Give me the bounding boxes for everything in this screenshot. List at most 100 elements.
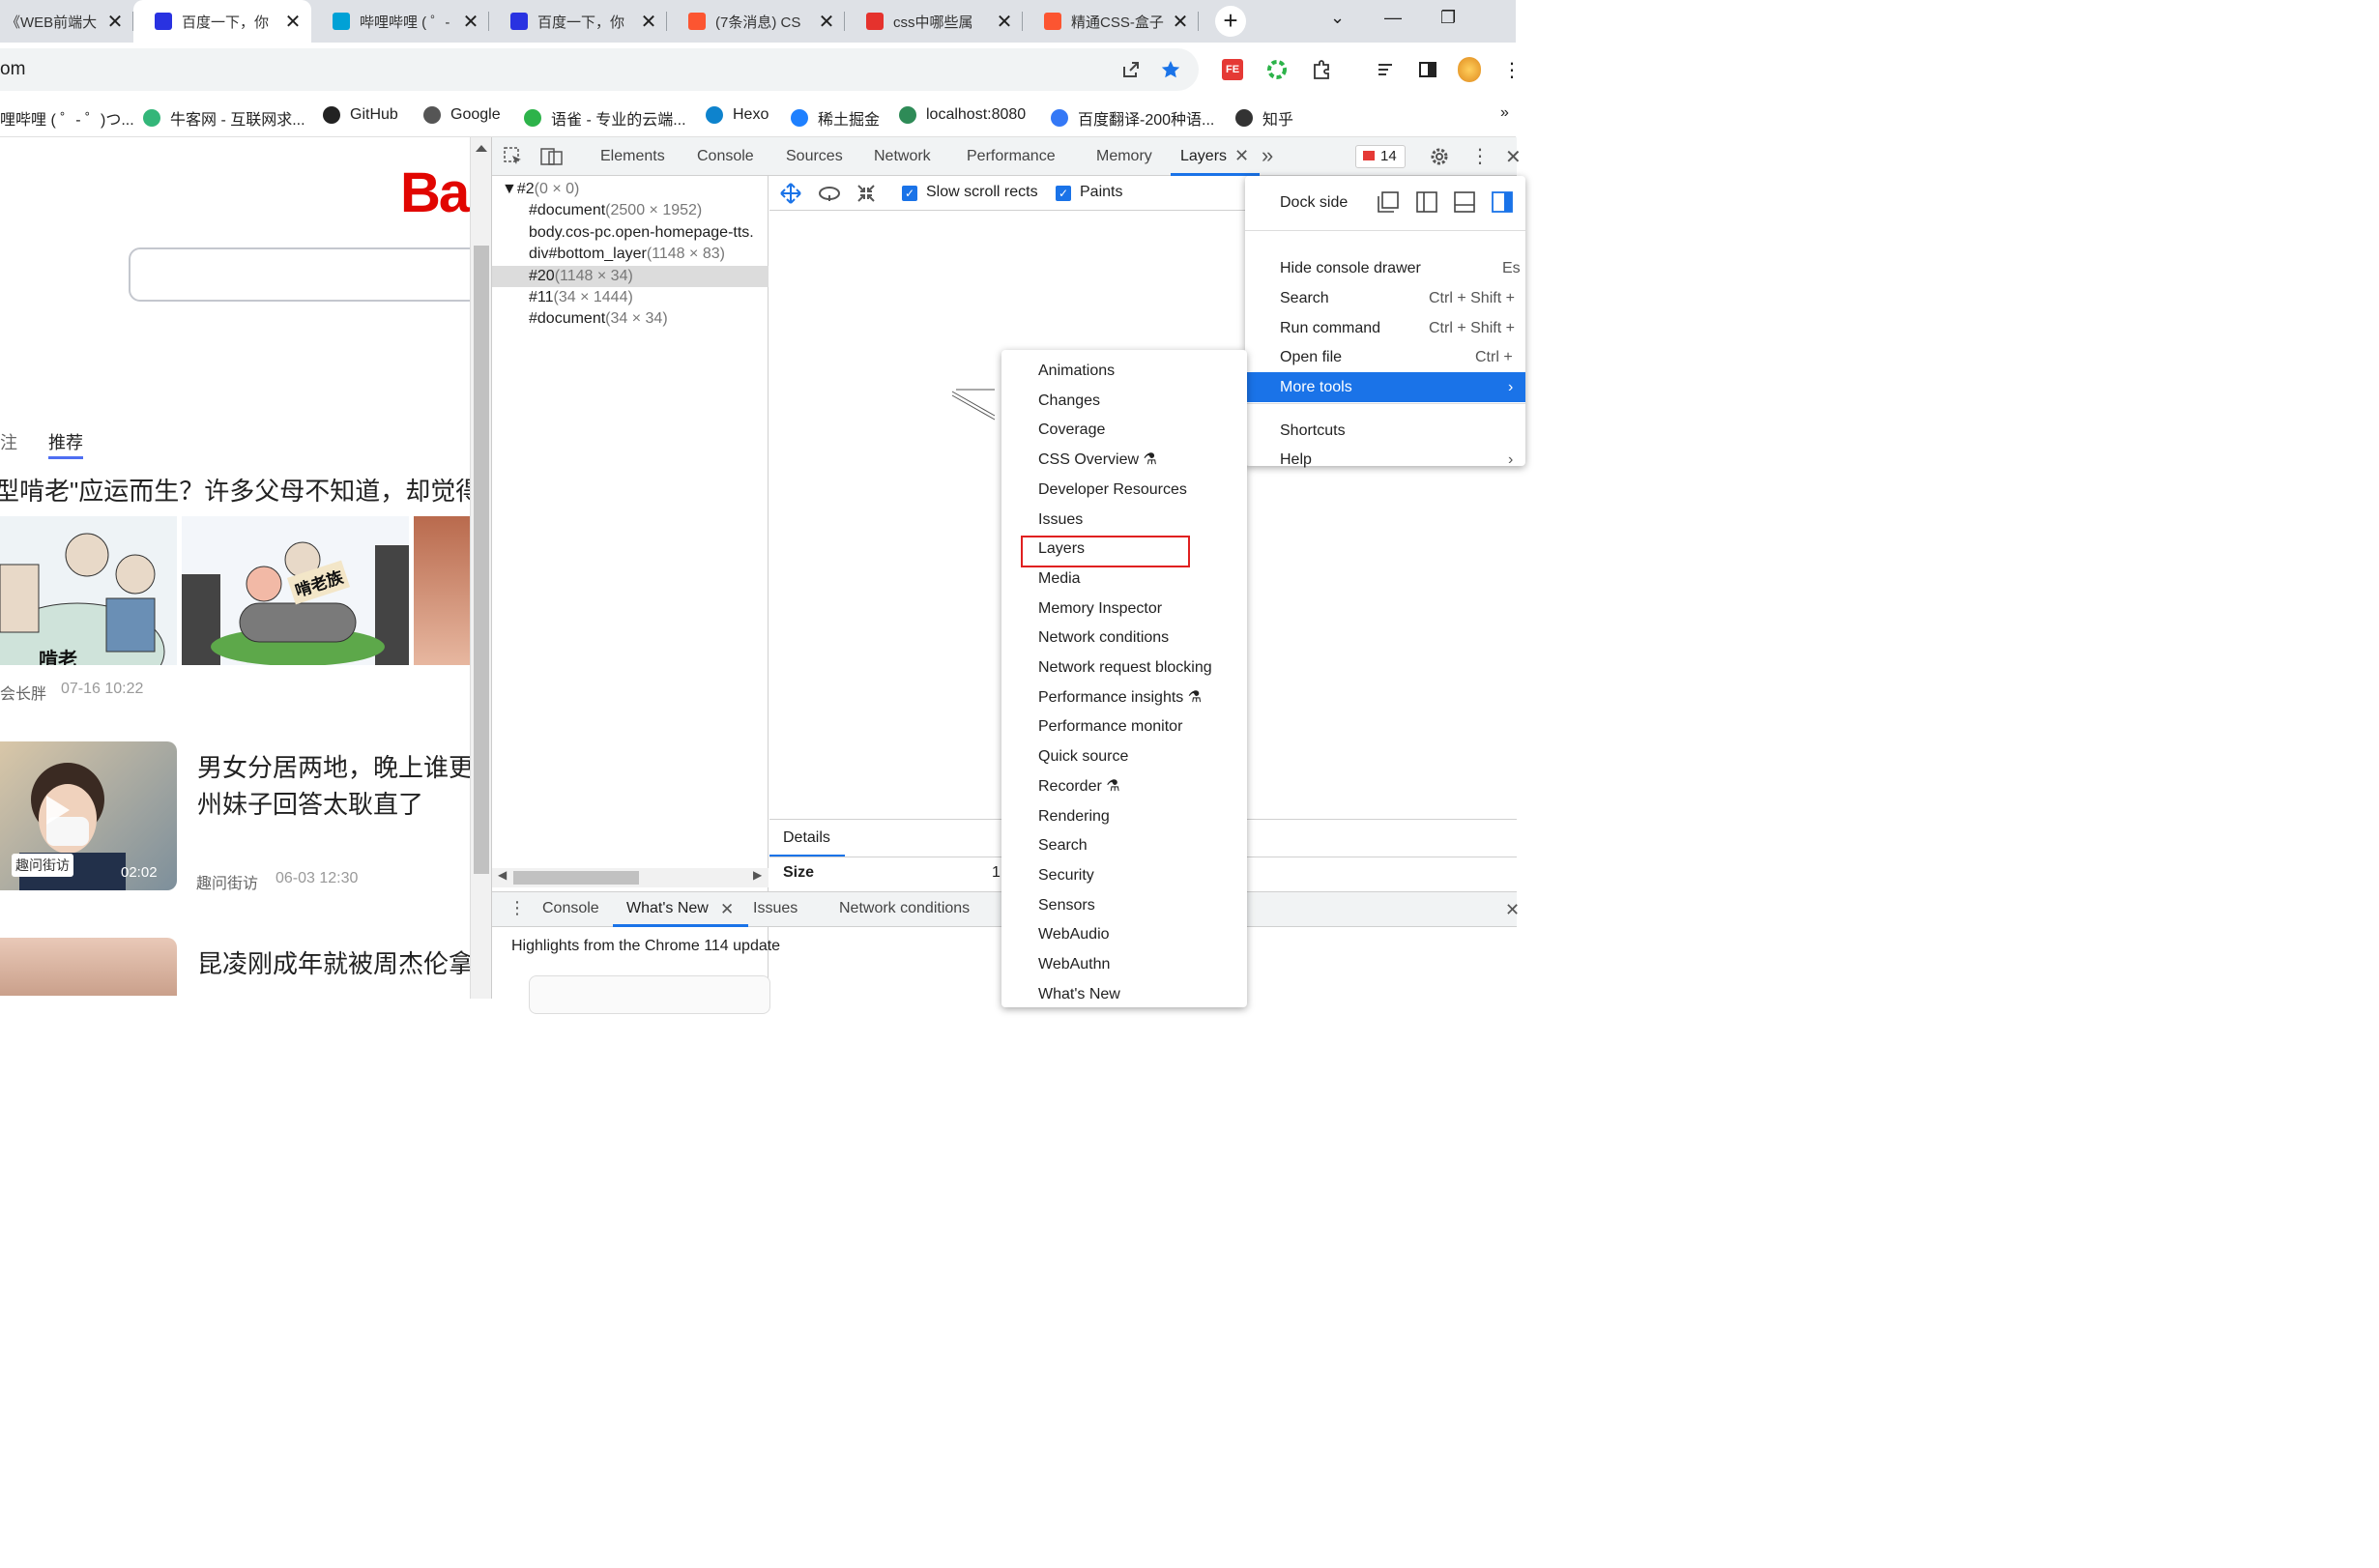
devtools-tab-elements[interactable]: Elements	[600, 148, 665, 165]
browser-tab[interactable]: 《WEB前端大 ✕	[0, 0, 133, 43]
more-tools-item[interactable]: CSS Overview ⚗	[1001, 446, 1247, 476]
tree-hscrollbar[interactable]: ◀ ▶	[492, 868, 769, 887]
bookmark-item[interactable]: GitHub	[323, 106, 398, 124]
more-tools-item[interactable]: Search	[1001, 831, 1247, 861]
page-scrollbar-thumb[interactable]	[474, 246, 489, 874]
tab-close-icon[interactable]: ✕	[816, 10, 837, 34]
layer-tree-node[interactable]: #document(34 × 34)	[492, 308, 769, 330]
bookmark-item[interactable]: 稀土掘金	[791, 106, 880, 130]
layers-tab-close-icon[interactable]: ✕	[1234, 146, 1249, 166]
slow-scroll-label[interactable]: Slow scroll rects	[926, 184, 1038, 201]
news-image-2[interactable]: 啃老族	[182, 516, 409, 665]
undock-icon[interactable]	[1377, 190, 1400, 214]
layer-tree-node[interactable]: #document(2500 × 1952)	[492, 200, 769, 221]
browser-tab[interactable]: 哔哩哔哩 ( ゜- ✕	[311, 0, 489, 43]
device-toolbar-icon[interactable]	[540, 145, 564, 168]
fe-extension-icon[interactable]: FE	[1221, 58, 1244, 81]
menu-item[interactable]: More tools ›	[1245, 372, 1525, 402]
tab-close-icon[interactable]: ✕	[1170, 10, 1191, 34]
layer-tree-node[interactable]: ▼#2(0 × 0)	[492, 179, 769, 200]
menu-item[interactable]: Open file Ctrl +	[1245, 342, 1525, 372]
dock-left-icon[interactable]	[1415, 190, 1438, 214]
tab-close-icon[interactable]: ✕	[282, 10, 304, 34]
details-tab[interactable]: Details	[769, 820, 845, 857]
settings-gear-icon[interactable]	[1428, 145, 1451, 168]
more-tools-item[interactable]: What's New	[1001, 980, 1247, 1010]
rotate-mode-icon[interactable]	[818, 182, 841, 205]
more-tools-item[interactable]: Performance monitor	[1001, 712, 1247, 742]
bookmark-item[interactable]: 百度翻译-200种语...	[1051, 106, 1214, 130]
layer-tree-node[interactable]: #20(1148 × 34)	[492, 265, 769, 287]
more-tabs-icon[interactable]: »	[1262, 143, 1273, 168]
more-tools-item[interactable]: Rendering	[1001, 802, 1247, 832]
video-thumbnail[interactable]: 趣问街访 02:02	[0, 741, 177, 890]
more-tools-item[interactable]: Sensors	[1001, 891, 1247, 921]
chrome-menu-icon[interactable]: ⋮	[1500, 58, 1523, 81]
drawer-tab[interactable]: Network conditions	[839, 900, 970, 917]
more-tools-item[interactable]: Memory Inspector	[1001, 595, 1247, 624]
bookmark-star-icon[interactable]	[1159, 58, 1182, 81]
news-author-2[interactable]: 趣问街访	[196, 870, 258, 893]
omnibox[interactable]: om	[0, 48, 1199, 91]
layer-tree-node[interactable]: #11(34 × 1444)	[492, 287, 769, 308]
drawer-tab[interactable]: Console	[542, 900, 599, 917]
more-tools-item[interactable]: Recorder ⚗	[1001, 772, 1247, 802]
more-tools-item[interactable]: Performance insights ⚗	[1001, 683, 1247, 713]
news-headline-2b[interactable]: 州妹子回答太耿直了	[197, 785, 423, 821]
tab-close-icon[interactable]: ✕	[104, 10, 126, 34]
news-headline[interactable]: 型啃老"应运而生？许多父母不知道，却觉得自	[0, 472, 470, 508]
share-icon[interactable]	[1119, 58, 1143, 81]
error-badge[interactable]: 14	[1355, 145, 1406, 168]
more-tools-item[interactable]: Network conditions	[1001, 624, 1247, 653]
extensions-icon[interactable]	[1310, 58, 1333, 81]
search-input[interactable]	[129, 247, 470, 302]
devtools-tab-sources[interactable]: Sources	[786, 148, 843, 165]
layer-tree-node[interactable]: body.cos-pc.open-homepage-tts.	[492, 222, 769, 244]
profile-avatar[interactable]	[1458, 57, 1481, 82]
scroll-up-arrow[interactable]	[476, 145, 487, 152]
bookmark-item[interactable]: localhost:8080	[899, 106, 1026, 124]
scroll-left-arrow[interactable]: ◀	[498, 868, 507, 882]
tab-search-icon[interactable]: ⌄	[1330, 8, 1345, 28]
news-image-3[interactable]	[414, 516, 470, 665]
menu-item[interactable]: Hide console drawer Es	[1245, 253, 1525, 283]
drawer-close-icon[interactable]: ✕	[1505, 900, 1520, 920]
bookmark-item[interactable]: 牛客网 - 互联网求...	[143, 106, 305, 130]
news-headline-2a[interactable]: 男女分居两地，晚上谁更	[197, 748, 470, 784]
more-bookmarks-icon[interactable]: »	[1500, 104, 1509, 122]
more-tools-item[interactable]: Coverage	[1001, 416, 1247, 446]
media-control-icon[interactable]	[1375, 58, 1398, 81]
drawer-tab[interactable]: Issues	[753, 900, 798, 917]
menu-item[interactable]: Search Ctrl + Shift +	[1245, 283, 1525, 313]
more-tools-item[interactable]: Changes	[1001, 387, 1247, 417]
more-tools-item[interactable]: WebAuthn	[1001, 950, 1247, 980]
page-scrollbar[interactable]	[470, 137, 491, 999]
tab-close-icon[interactable]: ✕	[638, 10, 659, 34]
address-text[interactable]: om	[0, 59, 25, 80]
more-tools-item[interactable]: WebAudio	[1001, 920, 1247, 950]
menu-item[interactable]: Run command Ctrl + Shift +	[1245, 313, 1525, 343]
inspect-element-icon[interactable]	[502, 145, 525, 168]
browser-tab[interactable]: (7条消息) CS ✕	[667, 0, 845, 43]
reset-transform-icon[interactable]	[855, 182, 878, 205]
news-image-1[interactable]: 啃老	[0, 516, 177, 665]
tab-close-icon[interactable]: ✕	[460, 10, 481, 34]
tab-follow[interactable]: 注	[0, 429, 17, 454]
bookmark-item[interactable]: Hexo	[706, 106, 769, 124]
new-tab-button[interactable]: +	[1215, 6, 1246, 37]
paints-label[interactable]: Paints	[1080, 184, 1122, 201]
news-headline-3[interactable]: 昆凌刚成年就被周杰伦拿	[197, 944, 470, 980]
browser-tab[interactable]: 精通CSS-盒子 ✕	[1023, 0, 1199, 43]
browser-tab[interactable]: 百度一下，你 ✕	[489, 0, 667, 43]
vue-devtools-icon[interactable]	[1265, 58, 1289, 81]
layer-tree-node[interactable]: div#bottom_layer(1148 × 83)	[492, 244, 769, 265]
minimize-button[interactable]: —	[1384, 8, 1402, 28]
devtools-close-icon[interactable]: ✕	[1505, 145, 1522, 169]
devtools-tab-performance[interactable]: Performance	[967, 148, 1056, 165]
more-tools-item[interactable]: Security	[1001, 861, 1247, 891]
scroll-right-arrow[interactable]: ▶	[753, 868, 762, 882]
tree-hscrollbar-thumb[interactable]	[513, 871, 639, 885]
bookmark-item[interactable]: Google	[423, 106, 501, 124]
play-icon[interactable]	[46, 796, 70, 825]
dock-bottom-icon[interactable]	[1453, 190, 1476, 214]
